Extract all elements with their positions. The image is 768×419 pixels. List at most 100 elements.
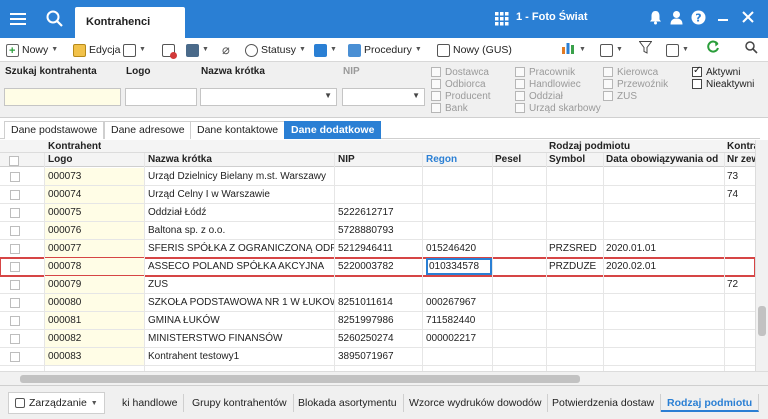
table-row[interactable]: 000083 Kontrahent testowy1 3895071967	[0, 348, 755, 366]
edit-button[interactable]: Edycja	[73, 41, 121, 59]
checkbox-nieaktywni[interactable]: Nieaktywni	[692, 78, 754, 90]
checkbox-urzad-skarbowy[interactable]: Urząd skarbowy	[515, 102, 601, 114]
checkbox-handlowiec[interactable]: Handlowiec	[515, 78, 581, 90]
group-kontrahent: Kontrahent	[48, 141, 102, 152]
bottom-tab-potwierdzenia[interactable]: Potwierdzenia dostaw	[546, 394, 662, 412]
checkbox-dostawca[interactable]: Dostawca	[431, 66, 489, 78]
new-button[interactable]: + Nowy ▼	[6, 41, 58, 59]
filter-button[interactable]	[638, 40, 653, 59]
table-row[interactable]: 000074 Urząd Celny I w Warszawie 74	[0, 186, 755, 204]
table-row[interactable]: 000075 Oddział Łódź 5222612717	[0, 204, 755, 222]
bottom-tab-blokada[interactable]: Blokada asortymentu	[292, 394, 404, 412]
row-checkbox[interactable]	[10, 226, 20, 236]
table-row[interactable]: 000078 ASSECO POLAND SPÓŁKA AKCYJNA 522000…	[0, 257, 755, 277]
delete-button[interactable]	[162, 41, 177, 59]
col-header-pesel[interactable]: Pesel	[495, 153, 521, 167]
col-header-nip[interactable]: NIP	[338, 153, 355, 167]
checkbox-bank[interactable]: Bank	[431, 102, 468, 114]
row-checkbox[interactable]	[10, 262, 20, 272]
attachment-button[interactable]: ⌀	[222, 41, 230, 59]
cell-nip: 5220003782	[338, 261, 394, 272]
hamburger-menu-icon[interactable]	[8, 9, 28, 29]
copy-button[interactable]: ▼	[123, 41, 146, 59]
chart-button[interactable]: ▼	[561, 41, 586, 59]
find-button[interactable]	[744, 41, 758, 59]
col-header-regon[interactable]: Regon	[426, 153, 457, 167]
tab-dane-dodatkowe[interactable]: Dane dodatkowe	[284, 121, 382, 139]
list-button[interactable]: ▼	[600, 41, 623, 59]
table-row[interactable]: 000077 SFERIS SPÓŁKA Z OGRANICZONĄ ODPOW 5…	[0, 240, 755, 258]
procedures-menu[interactable]: ▼	[314, 41, 337, 59]
row-checkbox[interactable]	[10, 208, 20, 218]
table-row[interactable]: 000082 MINISTERSTWO FINANSÓW 5260250274 000…	[0, 330, 755, 348]
table-row[interactable]: 000081 GMINA ŁUKÓW 8251997986 711582440	[0, 312, 755, 330]
refresh-button[interactable]	[706, 40, 720, 59]
vertical-scrollbar-thumb[interactable]	[758, 306, 766, 336]
table-row[interactable]: 000076 Baltona sp. z o.o. 5728880793	[0, 222, 755, 240]
cell-logo: 000077	[44, 240, 144, 257]
table-row[interactable]: 000080 SZKOŁA PODSTAWOWA NR 1 W ŁUKOWIE 82…	[0, 294, 755, 312]
row-checkbox[interactable]	[10, 316, 20, 326]
user-icon[interactable]	[670, 10, 683, 29]
bottom-tab-wzorce[interactable]: Wzorce wydruków dowodów	[403, 394, 549, 412]
checkbox-aktywni[interactable]: Aktywni	[692, 65, 740, 78]
row-checkbox[interactable]	[10, 334, 20, 344]
nip-dropdown[interactable]: ▼	[342, 88, 425, 106]
bottom-tab-handlowe[interactable]: ki handlowe	[116, 394, 185, 412]
row-checkbox[interactable]	[10, 298, 20, 308]
manage-dropdown[interactable]: Zarządzanie ▼	[8, 392, 105, 414]
grid-group-header: Kontrahent Rodzaj podmiotu Kontra	[0, 140, 755, 153]
manage-icon	[15, 398, 25, 408]
checkbox-kierowca[interactable]: Kierowca	[603, 66, 658, 78]
row-checkbox[interactable]	[10, 244, 20, 254]
short-name-dropdown[interactable]: ▼	[200, 88, 337, 106]
tab-dane-podstawowe[interactable]: Dane podstawowe	[4, 121, 105, 139]
tab-dane-adresowe[interactable]: Dane adresowe	[104, 121, 192, 139]
apps-grid-icon[interactable]	[495, 12, 509, 29]
row-checkbox[interactable]	[10, 352, 20, 362]
print-button[interactable]: ▼	[186, 41, 209, 59]
cell-regon: 000267967	[426, 297, 477, 308]
row-checkbox[interactable]	[10, 190, 20, 200]
col-header-name[interactable]: Nazwa krótka	[148, 153, 212, 167]
statuses-button[interactable]: Statusy ▼	[245, 41, 306, 59]
select-all-checkbox[interactable]	[9, 156, 19, 166]
settings-button[interactable]: ▼	[666, 41, 689, 59]
cell-name: Urząd Celny I w Warszawie	[148, 189, 270, 200]
help-icon[interactable]: ?	[691, 10, 706, 29]
bottom-tab-rodzaj-podmiotu[interactable]: Rodzaj podmiotu	[661, 394, 760, 412]
cell-nip: 8251997986	[338, 315, 394, 326]
cell-nip: 5212946411	[338, 243, 393, 254]
procedures-button[interactable]: Procedury ▼	[348, 41, 422, 59]
bottom-tabs-bar: Zarządzanie ▼ ki handlowe Grupy kontrahe…	[0, 385, 768, 419]
row-checkbox[interactable]	[10, 172, 20, 182]
row-checkbox[interactable]	[10, 280, 20, 290]
logo-input[interactable]	[125, 88, 197, 106]
checkbox-pracownik[interactable]: Pracownik	[515, 66, 575, 78]
search-icon[interactable]	[45, 9, 65, 29]
horizontal-scrollbar[interactable]	[0, 371, 768, 385]
table-row[interactable]: 000073 Urząd Dzielnicy Bielany m.st. Wars…	[0, 168, 755, 186]
cell-name: MINISTERSTWO FINANSÓW	[148, 333, 283, 344]
close-icon[interactable]	[742, 10, 754, 28]
minimize-icon[interactable]	[717, 10, 729, 28]
checkbox-oddzial[interactable]: Oddział	[515, 90, 563, 102]
tab-dane-kontaktowe[interactable]: Dane kontaktowe	[190, 121, 286, 139]
checkbox-producent[interactable]: Producent	[431, 90, 491, 102]
new-gus-button[interactable]: Nowy (GUS)	[437, 41, 512, 59]
table-row[interactable]: 000079 ZUS 72	[0, 276, 755, 294]
col-header-symbol[interactable]: Symbol	[549, 153, 585, 167]
search-contractor-input[interactable]	[4, 88, 121, 106]
chevron-down-icon: ▼	[579, 46, 586, 53]
checkbox-odbiorca[interactable]: Odbiorca	[431, 78, 486, 90]
bottom-tab-grupy[interactable]: Grupy kontrahentów	[186, 394, 294, 412]
col-header-logo[interactable]: Logo	[48, 153, 72, 167]
col-header-nr[interactable]: Nr zew	[727, 153, 755, 167]
bell-icon[interactable]	[649, 10, 662, 29]
col-header-date[interactable]: Data obowiązywania od	[606, 153, 718, 167]
window-tab-kontrahenci[interactable]: Kontrahenci	[75, 7, 185, 38]
vertical-scrollbar[interactable]	[755, 140, 768, 371]
checkbox-przewoznik[interactable]: Przewoźnik	[603, 78, 668, 90]
checkbox-zus[interactable]: ZUS	[603, 90, 637, 102]
horizontal-scrollbar-thumb[interactable]	[20, 375, 580, 383]
